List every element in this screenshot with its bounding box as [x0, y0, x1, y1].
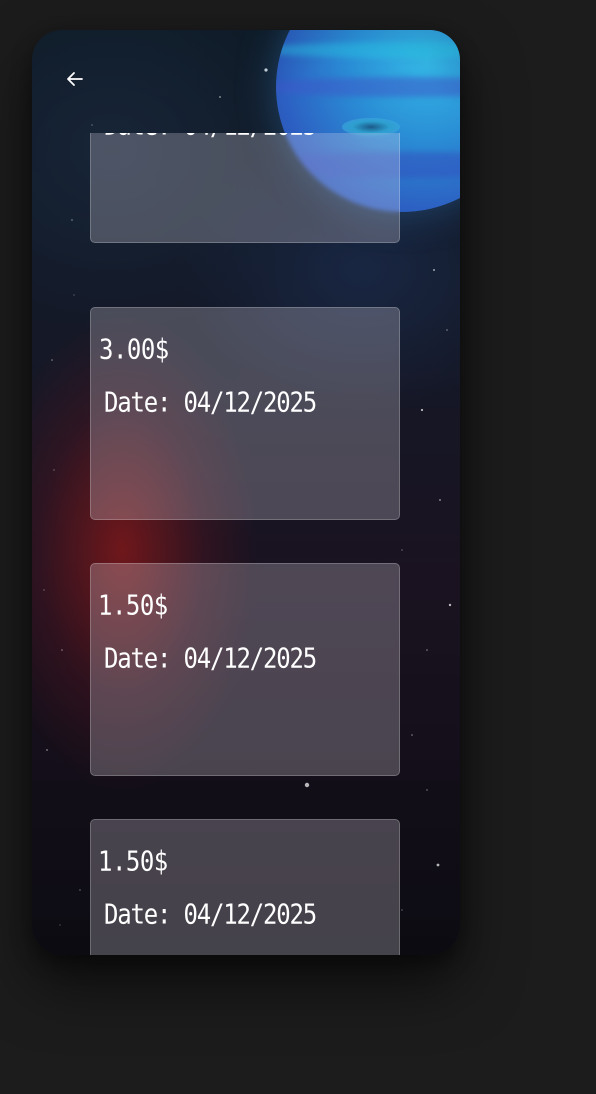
- arrow-left-icon: [67, 72, 83, 86]
- transaction-date: Date: 04/12/2025: [104, 386, 317, 419]
- transaction-list[interactable]: Date: 04/12/2025 3.00$ Date: 04/12/2025 …: [32, 133, 460, 955]
- transaction-date: Date: 04/12/2025: [104, 642, 317, 675]
- transaction-date: Date: 04/12/2025: [104, 133, 317, 141]
- app-screen: Date: 04/12/2025 3.00$ Date: 04/12/2025 …: [32, 30, 460, 955]
- transaction-amount: 3.00$: [99, 333, 169, 366]
- transaction-date: Date: 04/12/2025: [104, 898, 317, 931]
- transaction-card[interactable]: 1.50$ Date: 04/12/2025: [90, 563, 400, 776]
- transaction-amount: 1.50$: [98, 589, 168, 622]
- transaction-amount: 1.50$: [98, 845, 168, 878]
- transaction-card[interactable]: 1.50$ Date: 04/12/2025: [90, 819, 400, 955]
- back-button[interactable]: [62, 66, 88, 92]
- transaction-card[interactable]: Date: 04/12/2025: [90, 133, 400, 243]
- transaction-card[interactable]: 3.00$ Date: 04/12/2025: [90, 307, 400, 520]
